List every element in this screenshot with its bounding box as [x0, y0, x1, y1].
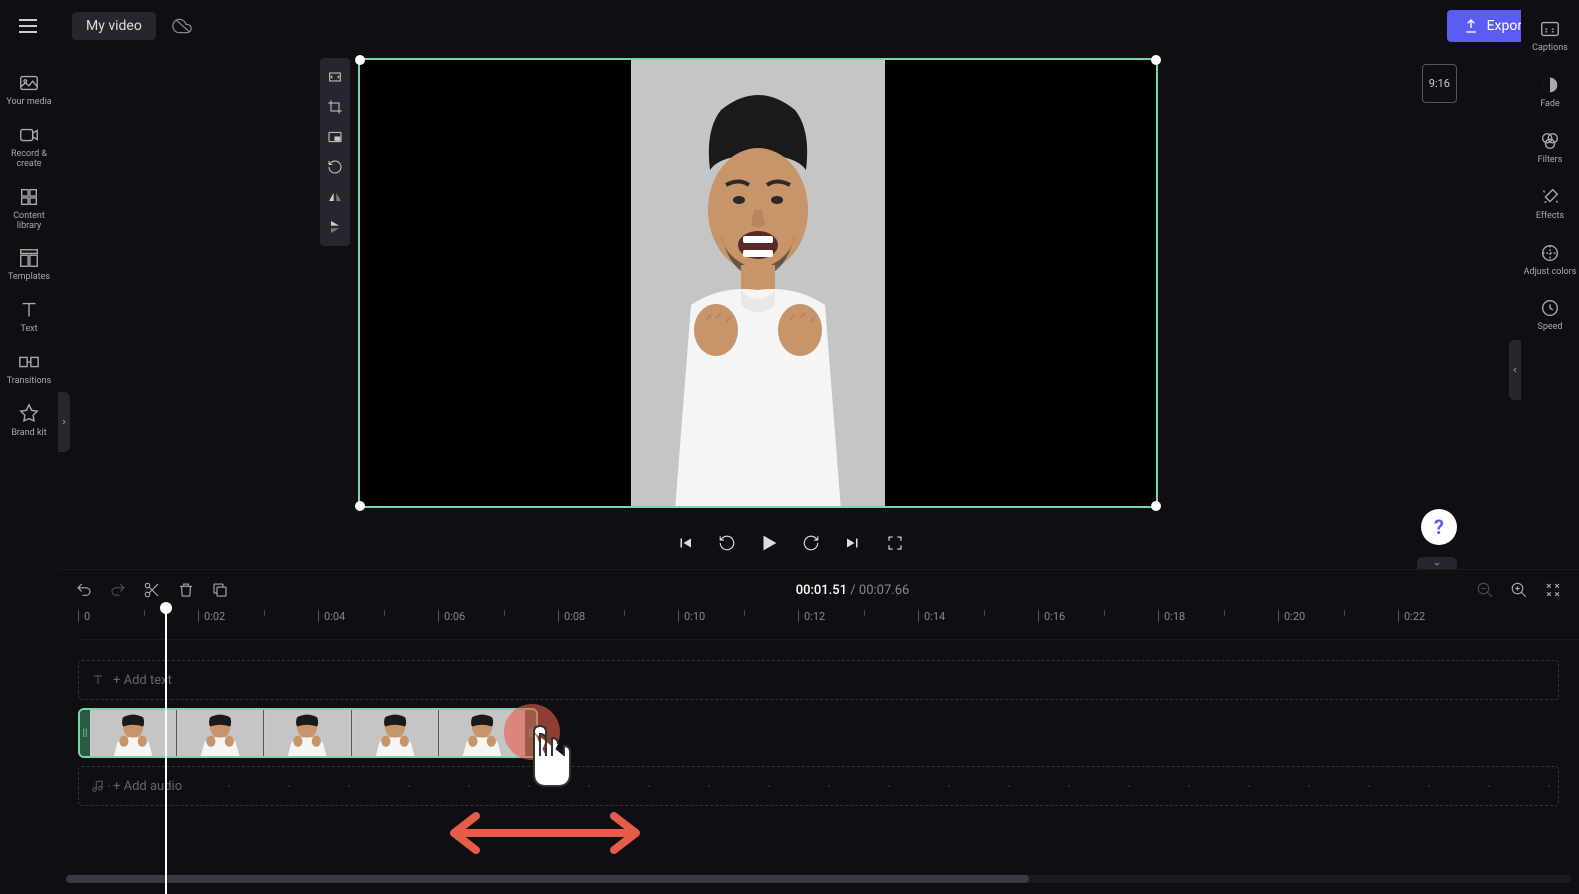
- sidebar-label: Text: [20, 325, 37, 335]
- project-title[interactable]: My video: [72, 12, 156, 40]
- menu-button[interactable]: [16, 14, 40, 38]
- right-filters[interactable]: Filters: [1521, 120, 1579, 176]
- sidebar-label: Record & create: [0, 150, 58, 170]
- timeline-ruler[interactable]: 0 0:02 0:04 0:06 0:08 0:10 0:12 0:14 0:1…: [78, 610, 1579, 640]
- sidebar-brand-kit[interactable]: Brand kit: [0, 395, 58, 447]
- split-button[interactable]: [142, 580, 162, 600]
- ruler-mark: 0:20: [1284, 610, 1305, 623]
- right-label: Fade: [1540, 100, 1560, 110]
- right-label: Adjust colors: [1524, 268, 1577, 278]
- sidebar-templates[interactable]: Templates: [0, 239, 58, 291]
- zoom-out-button[interactable]: [1475, 580, 1495, 600]
- right-label: Captions: [1532, 44, 1568, 54]
- right-label: Filters: [1538, 156, 1563, 166]
- current-time: 00:01.51: [796, 583, 847, 598]
- sidebar-label: Brand kit: [11, 429, 46, 439]
- pip-tool[interactable]: [320, 122, 350, 152]
- sidebar-label: Your media: [6, 98, 51, 108]
- redo-button[interactable]: [108, 580, 128, 600]
- clip-thumbnail: [264, 710, 351, 756]
- timeline-scrollbar-thumb[interactable]: [66, 875, 1029, 883]
- clip-trim-left[interactable]: ||: [80, 710, 90, 756]
- right-speed[interactable]: Speed: [1521, 287, 1579, 343]
- cloud-sync-icon[interactable]: [172, 16, 192, 36]
- resize-handle-br[interactable]: [1151, 501, 1161, 511]
- right-captions[interactable]: Captions: [1521, 8, 1579, 64]
- play-button[interactable]: [757, 531, 781, 555]
- timeline-scrollbar[interactable]: [66, 875, 1571, 883]
- zoom-in-button[interactable]: [1509, 580, 1529, 600]
- flip-h-tool[interactable]: [320, 182, 350, 212]
- delete-button[interactable]: [176, 580, 196, 600]
- ruler-mark: 0:08: [564, 610, 585, 623]
- right-effects[interactable]: Effects: [1521, 176, 1579, 232]
- skip-end-button[interactable]: [841, 531, 865, 555]
- undo-button[interactable]: [74, 580, 94, 600]
- sidebar-label: Content library: [0, 212, 58, 232]
- rotate-tool[interactable]: [320, 152, 350, 182]
- sidebar-content-library[interactable]: Content library: [0, 178, 58, 240]
- ruler-mark: 0:06: [444, 610, 465, 623]
- ruler-mark: 0:18: [1164, 610, 1185, 623]
- resize-handle-tr[interactable]: [1151, 55, 1161, 65]
- playhead[interactable]: [165, 610, 167, 894]
- sidebar-label: Templates: [8, 273, 50, 283]
- audio-track[interactable]: + Add audio: [78, 766, 1559, 806]
- aspect-ratio-button[interactable]: 9:16: [1422, 64, 1457, 103]
- ruler-mark: 0:04: [324, 610, 345, 623]
- fullscreen-button[interactable]: [883, 531, 907, 555]
- right-label: Speed: [1537, 323, 1562, 333]
- right-adjust-colors[interactable]: Adjust colors: [1521, 232, 1579, 288]
- sidebar-your-media[interactable]: Your media: [0, 64, 58, 116]
- crop-tool[interactable]: [320, 92, 350, 122]
- video-canvas[interactable]: [358, 58, 1158, 508]
- forward-button[interactable]: [799, 531, 823, 555]
- time-separator: /: [847, 583, 859, 598]
- clip-thumbnail: [352, 710, 439, 756]
- ruler-mark: 0:02: [204, 610, 225, 623]
- ruler-mark: 0:22: [1404, 610, 1425, 623]
- fit-timeline-button[interactable]: [1543, 580, 1563, 600]
- right-fade[interactable]: Fade: [1521, 64, 1579, 120]
- fit-tool[interactable]: [320, 62, 350, 92]
- canvas-toolbar: [320, 58, 350, 246]
- resize-handle-bl[interactable]: [355, 501, 365, 511]
- ruler-mark: 0:14: [924, 610, 945, 623]
- help-button[interactable]: ?: [1421, 509, 1457, 545]
- clip-thumbnail: [439, 710, 526, 756]
- total-time: 00:07.66: [859, 583, 909, 598]
- ruler-mark: 0:12: [804, 610, 825, 623]
- video-preview: [631, 60, 885, 506]
- ruler-mark: 0: [84, 610, 90, 623]
- duplicate-button[interactable]: [210, 580, 230, 600]
- text-track[interactable]: + Add text: [78, 660, 1559, 700]
- clip-thumbnail: [177, 710, 264, 756]
- clip-trim-right[interactable]: ||: [526, 710, 536, 756]
- sidebar-label: Transitions: [7, 377, 52, 387]
- video-clip[interactable]: || ||: [78, 708, 538, 758]
- sidebar-text[interactable]: Text: [0, 291, 58, 343]
- right-label: Effects: [1536, 212, 1564, 222]
- ruler-mark: 0:10: [684, 610, 705, 623]
- timeline-timecode: 00:01.51 / 00:07.66: [246, 583, 1459, 598]
- rewind-button[interactable]: [715, 531, 739, 555]
- add-text-label: + Add text: [113, 673, 172, 688]
- resize-handle-tl[interactable]: [355, 55, 365, 65]
- waveform-placeholder: [79, 784, 1558, 788]
- flip-v-tool[interactable]: [320, 212, 350, 242]
- tutorial-arrow-overlay: [440, 808, 650, 862]
- sidebar-record-create[interactable]: Record & create: [0, 116, 58, 178]
- sidebar-transitions[interactable]: Transitions: [0, 343, 58, 395]
- skip-start-button[interactable]: [673, 531, 697, 555]
- ruler-mark: 0:16: [1044, 610, 1065, 623]
